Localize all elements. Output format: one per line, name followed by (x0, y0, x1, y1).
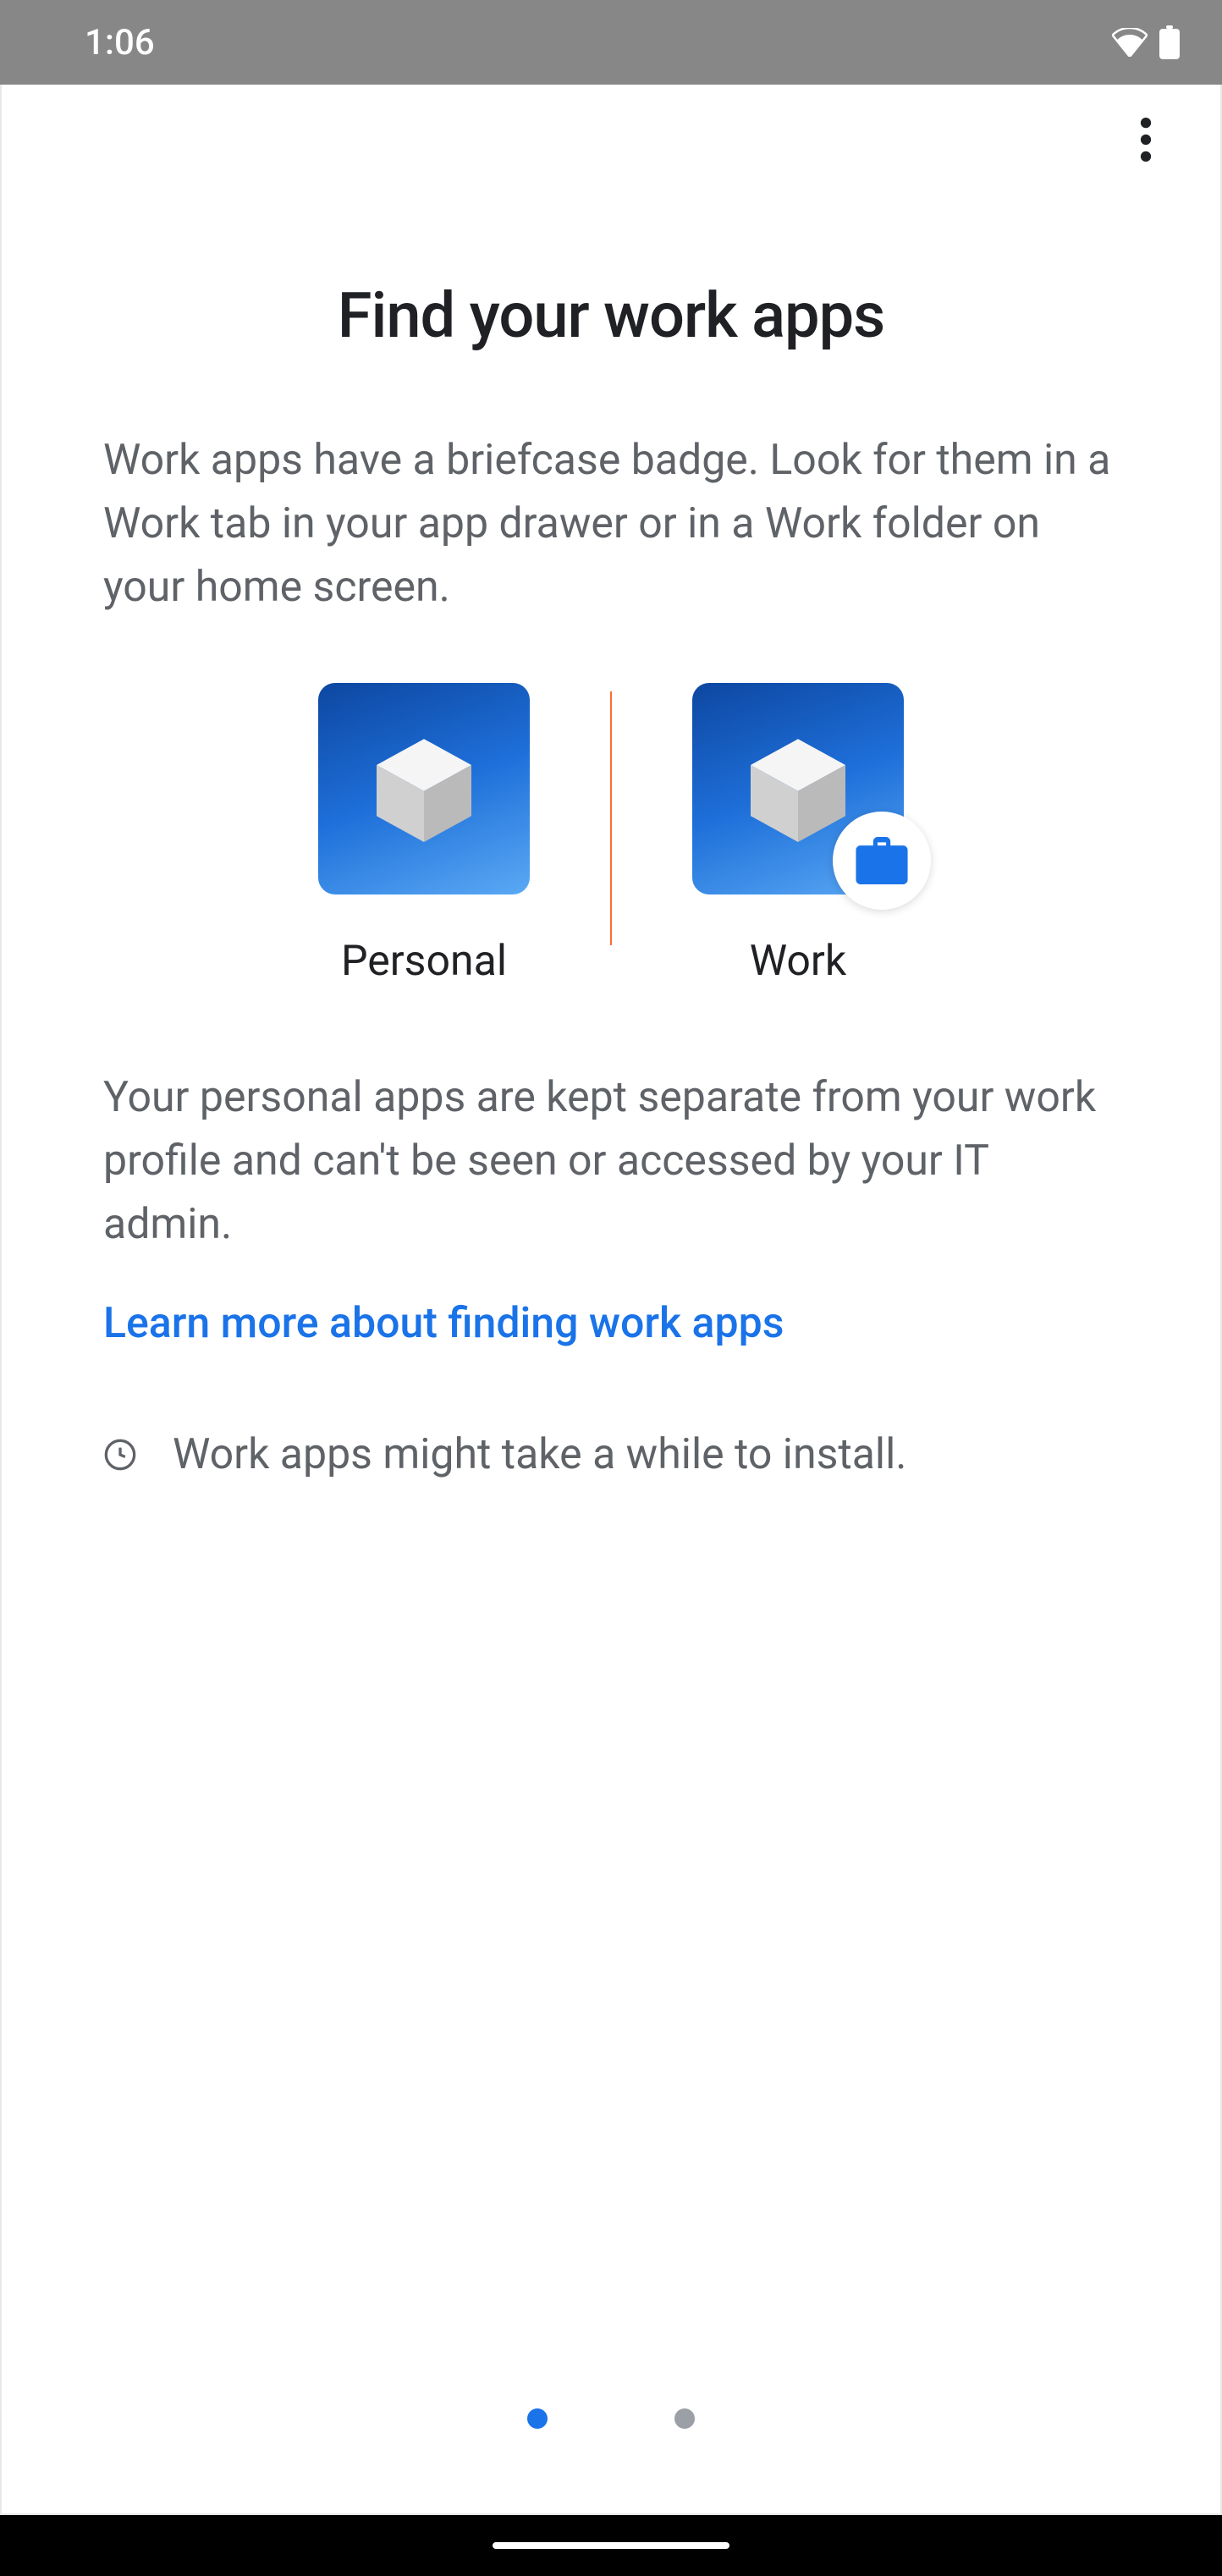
install-note-row: Work apps might take a while to install. (103, 1424, 1119, 1486)
battery-icon (1159, 25, 1180, 59)
top-bar (2, 85, 1220, 195)
status-icons (1112, 25, 1180, 59)
learn-more-link[interactable]: Learn more about finding work apps (103, 1299, 1119, 1348)
install-note-text: Work apps might take a while to install. (173, 1424, 906, 1486)
personal-app-icon (318, 683, 530, 894)
page-title: Find your work apps (103, 279, 1119, 353)
personal-app-icon-wrap (318, 683, 530, 894)
page-dot-2[interactable] (674, 2408, 695, 2429)
app-area: Find your work apps Work apps have a bri… (0, 85, 1222, 2515)
briefcase-badge (833, 812, 931, 910)
privacy-subtext: Your personal apps are kept separate fro… (103, 1066, 1119, 1257)
status-time: 1:06 (85, 22, 155, 63)
cube-icon (739, 729, 857, 848)
nav-bar (0, 2515, 1222, 2576)
personal-app-item: Personal (263, 683, 585, 986)
clock-icon (103, 1438, 137, 1472)
work-app-item: Work (637, 683, 959, 986)
personal-label: Personal (341, 937, 507, 986)
apps-row: Personal (103, 683, 1119, 986)
page-indicator (103, 2408, 1119, 2513)
more-vert-icon (1140, 118, 1152, 162)
divider (610, 691, 612, 945)
wifi-icon (1112, 28, 1148, 57)
work-app-icon-wrap (692, 683, 904, 894)
content: Find your work apps Work apps have a bri… (2, 195, 1220, 2513)
overflow-menu-button[interactable] (1126, 119, 1166, 160)
cube-icon (365, 729, 483, 848)
work-label: Work (750, 937, 846, 986)
status-bar: 1:06 (0, 0, 1222, 85)
page-dot-1[interactable] (527, 2408, 548, 2429)
nav-handle[interactable] (493, 2542, 729, 2549)
page-description: Work apps have a briefcase badge. Look f… (103, 429, 1119, 619)
briefcase-icon (856, 837, 908, 884)
